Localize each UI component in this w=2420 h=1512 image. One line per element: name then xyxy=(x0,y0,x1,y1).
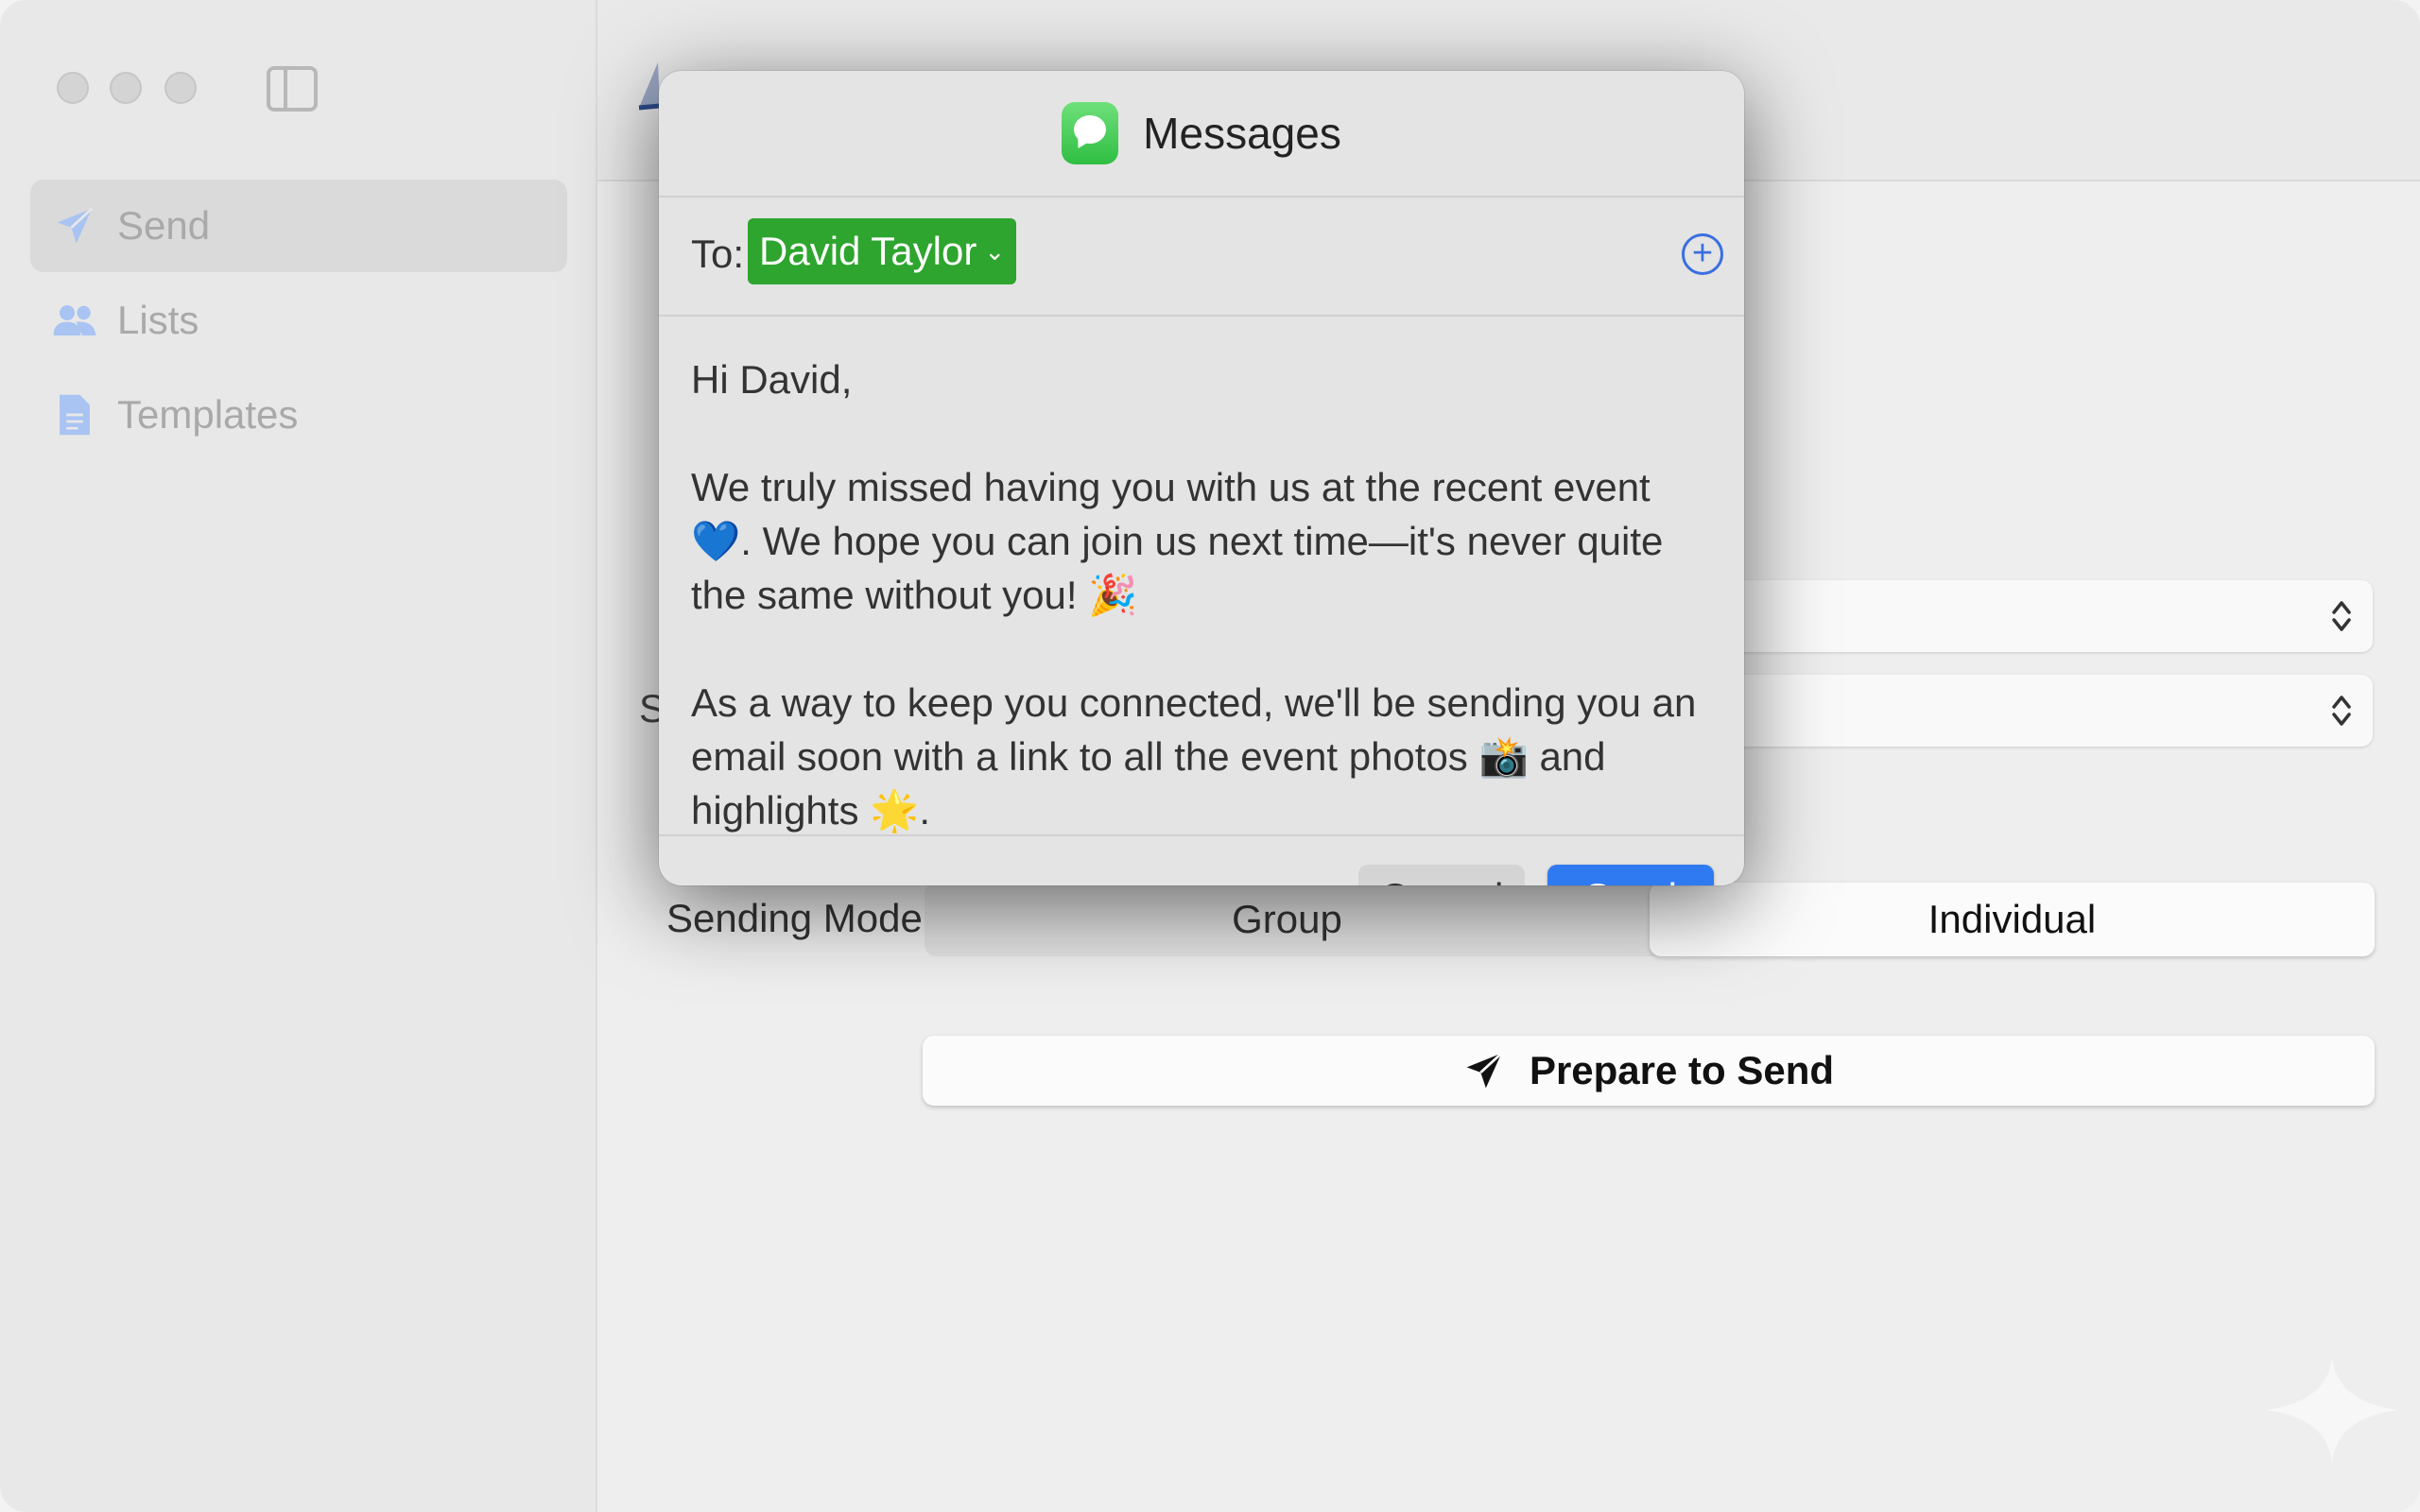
message-paragraph: We truly missed having you with us at th… xyxy=(691,465,1664,617)
chevron-updown-icon xyxy=(2332,696,2351,726)
sidebar-item-send[interactable]: Send xyxy=(30,180,567,272)
message-greeting: Hi David, xyxy=(691,357,853,402)
sending-mode-segmented-control: Group Individual xyxy=(925,883,2375,956)
cancel-button[interactable]: Cancel xyxy=(1358,865,1525,885)
sidebar-item-label: Templates xyxy=(117,392,299,437)
paperplane-icon xyxy=(1466,1052,1503,1089)
sparkle-icon xyxy=(2265,1357,2399,1463)
app-window: Send Lists Templates S Sending Mode Grou… xyxy=(0,0,2420,1512)
paperplane-icon xyxy=(49,200,100,251)
prepare-to-send-label: Prepare to Send xyxy=(1529,1048,1835,1092)
sidebar-item-label: Send xyxy=(117,203,211,248)
segment-individual[interactable]: Individual xyxy=(1650,883,2375,956)
minimize-window-button[interactable] xyxy=(110,72,142,104)
recipient-token[interactable]: David Taylor ⌄ xyxy=(748,218,1017,284)
app-logo-icon xyxy=(631,60,662,115)
dialog-footer: Cancel Send xyxy=(659,834,1744,885)
chevron-down-icon: ⌄ xyxy=(984,236,1006,266)
prepare-to-send-button[interactable]: Prepare to Send xyxy=(923,1036,2375,1106)
message-text: Hi David, We truly missed having you wit… xyxy=(691,352,1712,834)
send-button[interactable]: Send xyxy=(1547,865,1714,885)
people-icon xyxy=(49,295,100,346)
messages-compose-dialog: Messages To: David Taylor ⌄ + Hi David, … xyxy=(659,71,1744,885)
segment-group[interactable]: Group xyxy=(925,883,1650,956)
dialog-header: Messages xyxy=(659,71,1744,198)
add-recipient-icon[interactable]: + xyxy=(1682,233,1723,275)
sending-mode-label: Sending Mode xyxy=(666,896,923,940)
chevron-updown-icon xyxy=(2332,601,2351,631)
document-icon xyxy=(49,389,100,440)
to-field: To: David Taylor ⌄ + xyxy=(659,198,1744,317)
recipient-name: David Taylor xyxy=(759,229,977,273)
close-window-button[interactable] xyxy=(57,72,89,104)
sidebar-item-templates[interactable]: Templates xyxy=(30,369,567,461)
zoom-window-button[interactable] xyxy=(164,72,197,104)
sidebar: Send Lists Templates xyxy=(0,0,597,1512)
message-body[interactable]: Hi David, We truly missed having you wit… xyxy=(659,315,1744,834)
to-label: To: xyxy=(691,232,745,276)
sidebar-toggle-icon[interactable] xyxy=(267,66,318,112)
messages-app-icon xyxy=(1062,102,1119,164)
sidebar-item-lists[interactable]: Lists xyxy=(30,274,567,367)
dialog-title: Messages xyxy=(1143,109,1341,158)
message-paragraph: As a way to keep you connected, we'll be… xyxy=(691,680,1697,833)
sidebar-item-label: Lists xyxy=(117,298,199,342)
